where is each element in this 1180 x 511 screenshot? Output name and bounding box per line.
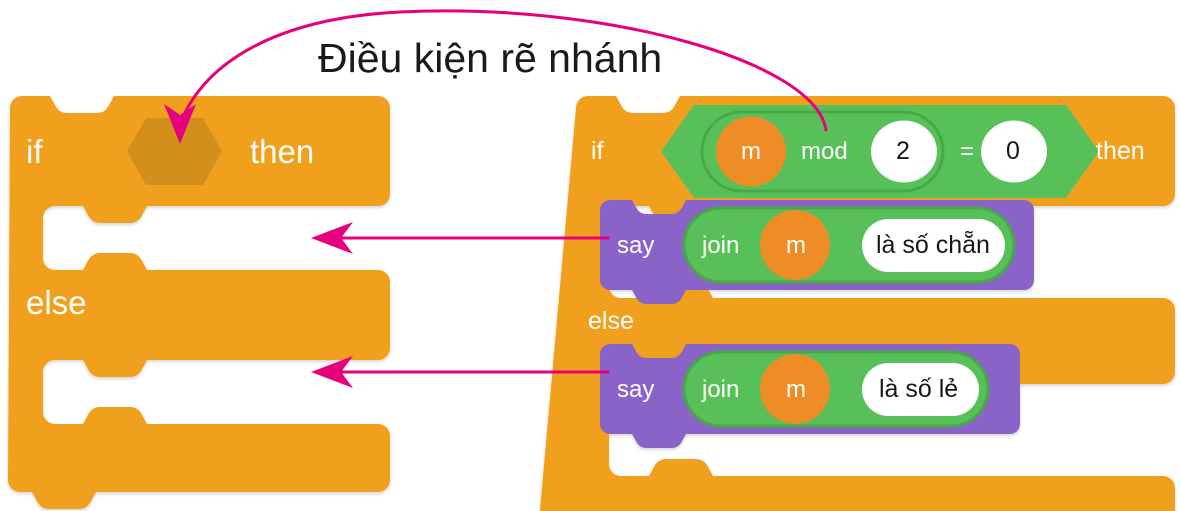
example-block-then-label: then (1096, 137, 1145, 165)
equals-operator-block[interactable] (661, 105, 1099, 198)
example-block-if-label: if (591, 137, 604, 165)
example-if-else-block[interactable] (538, 96, 1175, 511)
mod-operator-label: mod (801, 138, 848, 165)
equals-right-value: 0 (1006, 137, 1020, 165)
say-label-then: say (617, 232, 655, 259)
example-block-else-label: else (588, 307, 634, 335)
join-text-else: là số lẻ (879, 375, 959, 403)
empty-block-then-label: then (250, 133, 315, 170)
join-text-then: là số chẵn (876, 231, 990, 259)
join-label-then: join (702, 232, 740, 259)
variable-m-label-2: m (786, 232, 806, 259)
empty-block-else-label: else (26, 284, 87, 321)
mod-divisor-value: 2 (896, 137, 910, 165)
diagram-canvas: Điều kiện rẽ nhánh if then else if then … (0, 0, 1180, 511)
variable-m-label-1: m (741, 138, 761, 165)
equals-operator-label: = (960, 138, 975, 165)
empty-boolean-slot[interactable] (127, 118, 222, 185)
variable-m-label-3: m (786, 376, 806, 403)
diagram-title: Điều kiện rẽ nhánh (318, 35, 663, 81)
empty-block-if-label: if (26, 133, 43, 170)
join-label-else: join (702, 376, 740, 403)
say-label-else: say (617, 376, 655, 403)
